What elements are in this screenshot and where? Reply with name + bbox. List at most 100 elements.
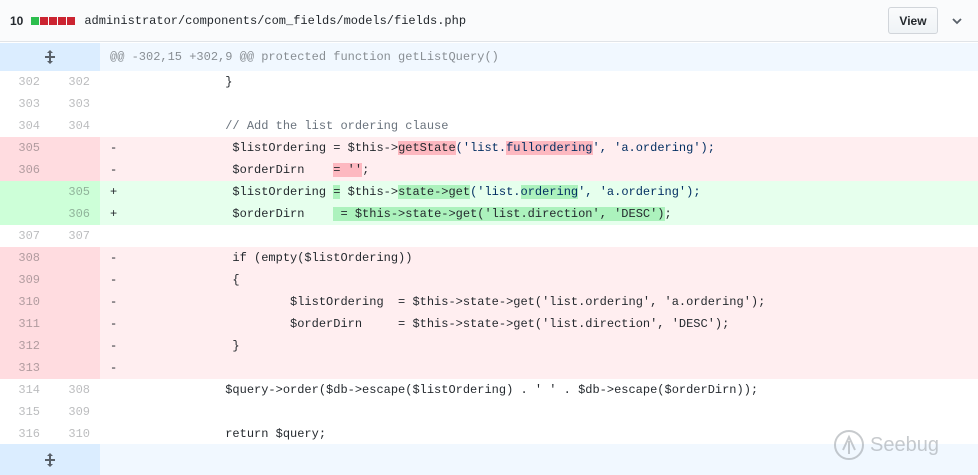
- new-line-number[interactable]: 305: [50, 181, 100, 203]
- new-line-number[interactable]: 306: [50, 203, 100, 225]
- watermark: Seebug: [832, 428, 939, 462]
- code-line: + $listOrdering = $this->state->get('lis…: [100, 181, 978, 203]
- added-line: 305 + $listOrdering = $this->state->get(…: [0, 181, 978, 203]
- diffstat-block-deleted: [49, 16, 58, 25]
- diff-line: 315 309: [0, 401, 978, 423]
- diffstat-block-deleted: [40, 16, 49, 25]
- code-segment: ('list.: [455, 141, 507, 155]
- new-line-number[interactable]: 307: [50, 225, 100, 247]
- seebug-logo: [834, 430, 864, 460]
- file-path[interactable]: administrator/components/com_fields/mode…: [84, 14, 466, 28]
- code-line: -: [100, 357, 978, 379]
- code-segment: ;: [664, 207, 672, 221]
- deleted-line: 313 -: [0, 357, 978, 379]
- old-line-number[interactable]: 311: [0, 313, 50, 335]
- deleted-line: 309 - {: [0, 269, 978, 291]
- code-text: if (empty($listOrdering)): [117, 251, 413, 265]
- deleted-line: 310 - $listOrdering = $this->state->get(…: [0, 291, 978, 313]
- diff-line: 302 302 }: [0, 71, 978, 93]
- diff-line: 303 303: [0, 93, 978, 115]
- deleted-line: 306 - $orderDirn = '';: [0, 159, 978, 181]
- code-line: }: [110, 75, 233, 89]
- new-line-number-empty: [50, 313, 100, 335]
- unfold-icon[interactable]: [0, 43, 100, 71]
- code-line: - if (empty($listOrdering)): [100, 247, 978, 269]
- watermark-text: Seebug: [870, 433, 939, 456]
- old-line-number[interactable]: 306: [0, 159, 50, 181]
- change-count: 10: [10, 13, 24, 28]
- old-line-number[interactable]: 303: [0, 93, 50, 115]
- changed-word: fullordering: [506, 141, 593, 155]
- code-line: + $orderDirn = $this->state->get('list.d…: [100, 203, 978, 225]
- diff-sign: -: [110, 361, 118, 375]
- diffstat-block-added: [31, 16, 40, 25]
- code-segment: $listOrdering: [117, 185, 334, 199]
- code-text: $listOrdering = $this->state->get('list.…: [117, 295, 766, 309]
- code-line: - $orderDirn = $this->state->get('list.d…: [100, 313, 978, 335]
- new-line-number[interactable]: 310: [50, 423, 100, 445]
- code-line: - {: [100, 269, 978, 291]
- deleted-line: 308 - if (empty($listOrdering)): [0, 247, 978, 269]
- diff-line: 314 308 $query->order($db->escape($listO…: [0, 379, 978, 401]
- code-text: }: [117, 339, 240, 353]
- new-line-number-empty: [50, 335, 100, 357]
- diffstat-blocks: [31, 16, 76, 25]
- new-line-number[interactable]: 308: [50, 379, 100, 401]
- old-line-number[interactable]: 316: [0, 423, 50, 445]
- new-line-number[interactable]: 309: [50, 401, 100, 423]
- old-line-number[interactable]: 307: [0, 225, 50, 247]
- code-line: - }: [100, 335, 978, 357]
- changed-word: = '': [333, 163, 363, 177]
- code-text: $orderDirn = $this->state->get('list.dir…: [117, 317, 730, 331]
- code-line: $query->order($db->escape($listOrdering)…: [110, 383, 759, 397]
- changed-word: getState: [398, 141, 456, 155]
- changed-word: state->get: [398, 185, 471, 199]
- diff-table: @@ -302,15 +302,9 @@ protected function …: [0, 43, 978, 445]
- old-line-number[interactable]: 314: [0, 379, 50, 401]
- changed-word: ordering: [520, 185, 579, 199]
- code-segment: ', 'a.ordering');: [578, 185, 701, 199]
- new-line-number-empty: [50, 357, 100, 379]
- old-line-number-empty: [0, 203, 50, 225]
- chevron-down-icon[interactable]: [948, 12, 966, 30]
- diffstat-block-deleted: [67, 16, 76, 25]
- old-line-number[interactable]: 313: [0, 357, 50, 379]
- old-line-number[interactable]: 305: [0, 137, 50, 159]
- old-line-number[interactable]: 310: [0, 291, 50, 313]
- new-line-number[interactable]: 304: [50, 115, 100, 137]
- code-segment: $this->: [340, 185, 399, 199]
- diff-line: 307 307: [0, 225, 978, 247]
- code-segment: ;: [362, 163, 370, 177]
- hunk-header: @@ -302,15 +302,9 @@ protected function …: [100, 43, 978, 71]
- diff-line: 304 304 // Add the list ordering clause: [0, 115, 978, 137]
- new-line-number-empty: [50, 159, 100, 181]
- new-line-number[interactable]: 303: [50, 93, 100, 115]
- code-segment: $listOrdering = $this->: [117, 141, 399, 155]
- old-line-number[interactable]: 308: [0, 247, 50, 269]
- unfold-icon[interactable]: [0, 444, 100, 475]
- file-header: 10 administrator/components/com_fields/m…: [0, 0, 978, 42]
- code-text: {: [117, 273, 240, 287]
- code-segment: ', 'a.ordering');: [592, 141, 715, 155]
- old-line-number[interactable]: 312: [0, 335, 50, 357]
- code-line: - $orderDirn = '';: [100, 159, 978, 181]
- deleted-line: 312 - }: [0, 335, 978, 357]
- old-line-number[interactable]: 304: [0, 115, 50, 137]
- new-line-number-empty: [50, 247, 100, 269]
- old-line-number[interactable]: 302: [0, 71, 50, 93]
- code-segment: ('list.: [470, 185, 521, 199]
- new-line-number[interactable]: 302: [50, 71, 100, 93]
- code-line: - $listOrdering = $this->state->get('lis…: [100, 291, 978, 313]
- view-button[interactable]: View: [888, 7, 938, 34]
- hunk-header-row: @@ -302,15 +302,9 @@ protected function …: [0, 43, 978, 71]
- old-line-number[interactable]: 309: [0, 269, 50, 291]
- old-line-number[interactable]: 315: [0, 401, 50, 423]
- code-segment: $orderDirn: [117, 163, 334, 177]
- changed-word: = $this->state->get('list.direction', 'D…: [333, 207, 665, 221]
- new-line-number-empty: [50, 291, 100, 313]
- code-segment: $orderDirn: [117, 207, 334, 221]
- new-line-number-empty: [50, 269, 100, 291]
- old-line-number-empty: [0, 181, 50, 203]
